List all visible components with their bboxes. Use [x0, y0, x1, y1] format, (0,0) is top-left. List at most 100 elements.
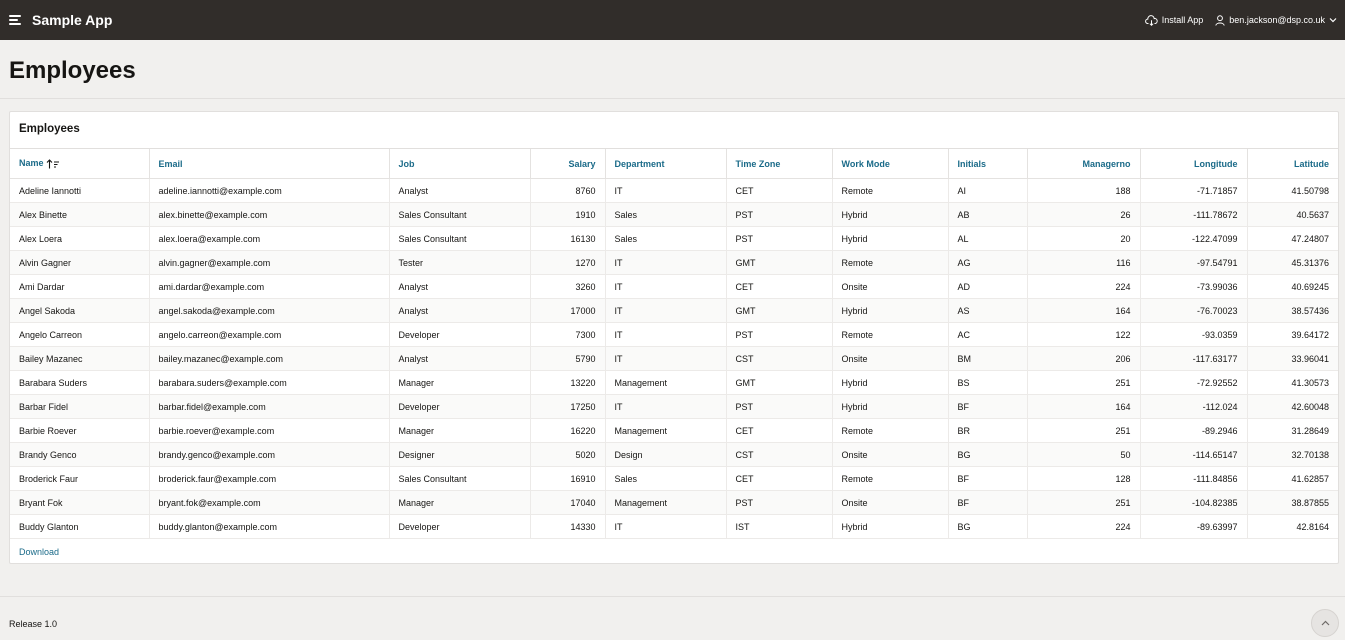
user-menu-button[interactable]: ben.jackson@dsp.co.uk — [1215, 14, 1337, 26]
cell-department: IT — [605, 274, 727, 299]
cell-timezone: PST — [726, 490, 833, 515]
cell-name: Angel Sakoda — [10, 298, 150, 323]
user-icon — [1215, 14, 1225, 26]
table-row: Alvin Gagner alvin.gagner@example.com Test… — [10, 250, 1338, 275]
cell-job: Sales Consultant — [389, 202, 531, 227]
table-header-row: Name Email Job Salary Department Time Zone Wor… — [10, 149, 1338, 179]
cell-workmode: Hybrid — [832, 298, 949, 323]
column-header-label: Name — [19, 158, 44, 169]
cell-job: Manager — [389, 490, 531, 515]
cell-timezone: PST — [726, 322, 833, 347]
cell-initials: BG — [948, 514, 1028, 539]
menu-icon[interactable] — [9, 15, 21, 25]
column-header-workmode[interactable]: Work Mode — [832, 149, 949, 179]
cell-managerno: 116 — [1027, 250, 1141, 275]
cloud-download-icon — [1144, 14, 1158, 26]
cell-salary: 1910 — [530, 202, 606, 227]
cell-managerno: 224 — [1027, 514, 1141, 539]
cell-job: Developer — [389, 322, 531, 347]
cell-timezone: CET — [726, 466, 833, 491]
cell-latitude: 41.50798 — [1247, 178, 1338, 203]
cell-salary: 16130 — [530, 226, 606, 251]
cell-latitude: 42.8164 — [1247, 514, 1338, 539]
column-header-initials[interactable]: Initials — [948, 149, 1028, 179]
column-header-label: Initials — [957, 158, 987, 169]
chevron-up-icon — [1321, 620, 1329, 626]
column-header-name[interactable]: Name — [10, 149, 150, 179]
release-label: Release 1.0 — [9, 619, 58, 629]
column-header-label: Managerno — [1082, 158, 1131, 169]
cell-email: alvin.gagner@example.com — [149, 250, 390, 275]
cell-managerno: 206 — [1027, 346, 1141, 371]
cell-email: bryant.fok@example.com — [149, 490, 390, 515]
cell-workmode: Hybrid — [832, 394, 949, 419]
cell-timezone: CET — [726, 178, 833, 203]
cell-workmode: Hybrid — [832, 514, 949, 539]
cell-longitude: -76.70023 — [1140, 298, 1248, 323]
column-header-department[interactable]: Department — [605, 149, 727, 179]
install-app-button[interactable]: Install App — [1144, 14, 1203, 26]
table-row: Adeline Iannotti adeline.iannotti@example… — [10, 178, 1338, 203]
table-row: Barbie Roever barbie.roever@example.com Ma… — [10, 418, 1338, 443]
cell-latitude: 32.70138 — [1247, 442, 1338, 467]
download-link[interactable]: Download — [19, 547, 59, 557]
table-row: Angel Sakoda angel.sakoda@example.com Anal… — [10, 298, 1338, 323]
table-row: Alex Binette alex.binette@example.com Sale… — [10, 202, 1338, 227]
cell-initials: BF — [948, 466, 1028, 491]
cell-salary: 8760 — [530, 178, 606, 203]
cell-salary: 17250 — [530, 394, 606, 419]
column-header-longitude[interactable]: Longitude — [1140, 149, 1248, 179]
cell-latitude: 45.31376 — [1247, 250, 1338, 275]
cell-department: Management — [605, 418, 727, 443]
table-row: Bryant Fok bryant.fok@example.com Manager 1… — [10, 490, 1338, 515]
cell-job: Manager — [389, 418, 531, 443]
cell-name: Ami Dardar — [10, 274, 150, 299]
cell-longitude: -89.63997 — [1140, 514, 1248, 539]
cell-managerno: 251 — [1027, 490, 1141, 515]
column-header-email[interactable]: Email — [149, 149, 390, 179]
cell-timezone: CET — [726, 418, 833, 443]
cell-job: Sales Consultant — [389, 226, 531, 251]
cell-timezone: IST — [726, 514, 833, 539]
cell-email: buddy.glanton@example.com — [149, 514, 390, 539]
cell-longitude: -97.54791 — [1140, 250, 1248, 275]
cell-job: Manager — [389, 370, 531, 395]
cell-salary: 5790 — [530, 346, 606, 371]
table-row: Buddy Glanton buddy.glanton@example.com De… — [10, 514, 1338, 539]
column-header-label: Longitude — [1194, 158, 1238, 169]
column-header-timezone[interactable]: Time Zone — [726, 149, 833, 179]
cell-initials: BG — [948, 442, 1028, 467]
column-header-latitude[interactable]: Latitude — [1247, 149, 1338, 179]
cell-timezone: CET — [726, 274, 833, 299]
cell-name: Bailey Mazanec — [10, 346, 150, 371]
cell-workmode: Hybrid — [832, 370, 949, 395]
column-header-job[interactable]: Job — [389, 149, 531, 179]
cell-salary: 17000 — [530, 298, 606, 323]
cell-latitude: 38.57436 — [1247, 298, 1338, 323]
cell-longitude: -111.78672 — [1140, 202, 1248, 227]
column-header-label: Job — [398, 158, 415, 169]
cell-managerno: 164 — [1027, 394, 1141, 419]
cell-managerno: 224 — [1027, 274, 1141, 299]
table-row: Angelo Carreon angelo.carreon@example.com… — [10, 322, 1338, 347]
column-header-salary[interactable]: Salary — [530, 149, 606, 179]
cell-name: Angelo Carreon — [10, 322, 150, 347]
cell-latitude: 33.96041 — [1247, 346, 1338, 371]
cell-managerno: 122 — [1027, 322, 1141, 347]
cell-workmode: Onsite — [832, 490, 949, 515]
cell-initials: AI — [948, 178, 1028, 203]
cell-workmode: Onsite — [832, 346, 949, 371]
cell-timezone: GMT — [726, 250, 833, 275]
scroll-to-top-button[interactable] — [1311, 609, 1339, 637]
table-row: Barabara Suders barabara.suders@example.c… — [10, 370, 1338, 395]
cell-department: Sales — [605, 202, 727, 227]
cell-latitude: 40.69245 — [1247, 274, 1338, 299]
cell-initials: AS — [948, 298, 1028, 323]
cell-workmode: Hybrid — [832, 202, 949, 227]
column-header-managerno[interactable]: Managerno — [1027, 149, 1141, 179]
cell-salary: 17040 — [530, 490, 606, 515]
app-title[interactable]: Sample App — [32, 12, 112, 28]
cell-longitude: -89.2946 — [1140, 418, 1248, 443]
cell-job: Developer — [389, 514, 531, 539]
cell-department: IT — [605, 394, 727, 419]
